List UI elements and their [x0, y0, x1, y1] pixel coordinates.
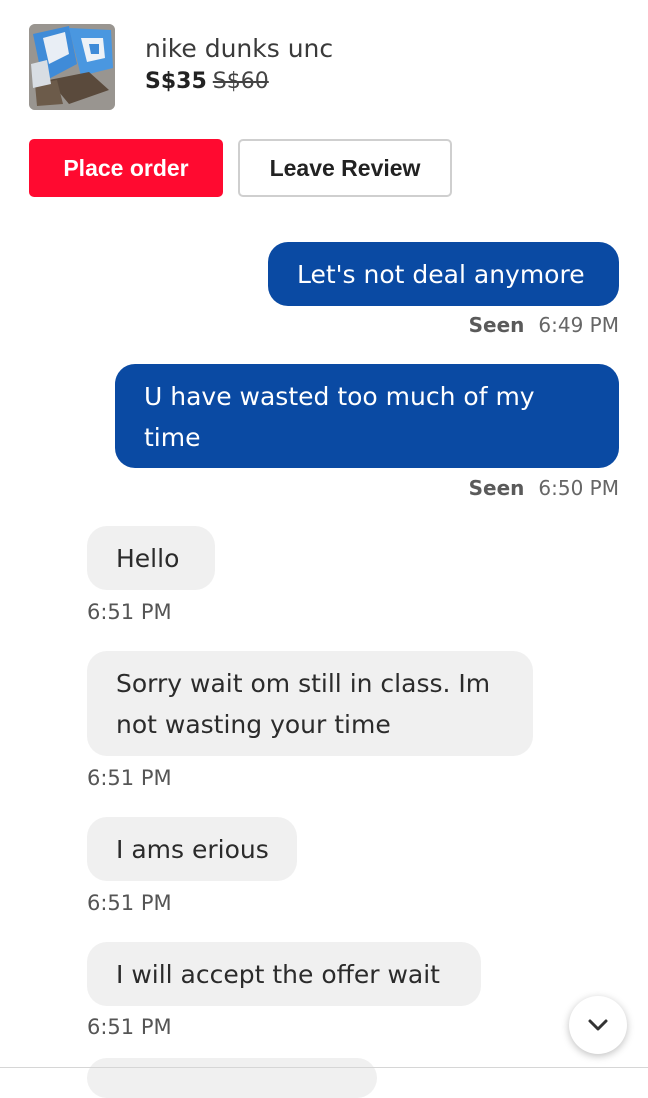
message-text: Let's not deal anymore [297, 260, 585, 289]
listing-original-price: S$60 [212, 69, 269, 94]
message-bubble-outgoing[interactable]: Let's not deal anymore [268, 242, 619, 306]
listing-header[interactable]: nike dunks unc S$35 S$60 [29, 24, 333, 110]
message-text: I ams erious [116, 835, 269, 864]
message-meta: Seen 6:50 PM [469, 476, 619, 500]
message-text: I will accept the offer wait [116, 960, 440, 989]
listing-thumbnail[interactable] [29, 24, 115, 110]
chevron-down-icon [588, 1019, 608, 1031]
listing-title: nike dunks unc [145, 34, 334, 63]
place-order-button[interactable]: Place order [29, 139, 223, 197]
message-time: 6:51 PM [87, 1015, 172, 1039]
seen-status: Seen [468, 313, 525, 337]
message-bubble-incoming[interactable]: I will accept the offer wait [87, 942, 481, 1006]
seen-status: Seen [468, 476, 525, 500]
message-time: 6:51 PM [87, 891, 172, 915]
sneaker-photo-icon [29, 24, 115, 110]
message-bubble-incoming[interactable]: I ams erious [87, 817, 297, 881]
message-time: 6:51 PM [87, 766, 172, 790]
message-time: 6:49 PM [538, 313, 619, 337]
scroll-to-bottom-button[interactable] [569, 996, 627, 1054]
message-time: 6:50 PM [538, 476, 619, 500]
leave-review-button[interactable]: Leave Review [238, 139, 452, 197]
listing-price: S$35 [145, 69, 207, 94]
message-text: U have wasted too much of my time [144, 382, 535, 452]
divider [0, 1067, 648, 1068]
message-bubble-outgoing[interactable]: U have wasted too much of my time [115, 364, 619, 468]
price-row: S$35 S$60 [145, 68, 333, 96]
message-text: Sorry wait om still in class. Im not was… [116, 669, 491, 739]
message-meta: Seen 6:49 PM [469, 313, 619, 337]
message-bubble-incoming-partial[interactable] [87, 1058, 377, 1098]
message-time: 6:51 PM [87, 600, 172, 624]
message-text: Hello [116, 544, 180, 573]
message-bubble-incoming[interactable]: Sorry wait om still in class. Im not was… [87, 651, 533, 756]
message-bubble-incoming[interactable]: Hello [87, 526, 215, 590]
